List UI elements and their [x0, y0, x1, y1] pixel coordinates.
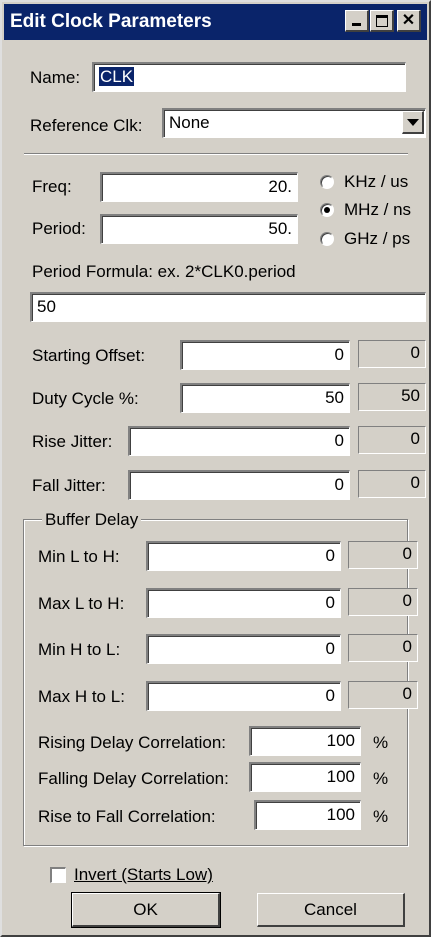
rise-to-fall-correlation-unit: % — [373, 807, 389, 826]
freq-input[interactable]: 20. — [100, 172, 298, 202]
starting-offset-input[interactable]: 0 — [180, 340, 350, 370]
rise-jitter-computed: 0 — [358, 426, 426, 454]
max-h-to-l-computed: 0 — [348, 681, 418, 709]
name-input[interactable]: CLK — [92, 62, 406, 92]
rise-jitter-input[interactable]: 0 — [128, 426, 350, 456]
reference-clk-select[interactable]: None — [162, 108, 426, 138]
fall-jitter-label: Fall Jitter: — [32, 476, 106, 495]
cancel-button[interactable]: Cancel — [257, 893, 405, 927]
falling-delay-correlation-input[interactable]: 100 — [249, 762, 361, 792]
minimize-icon[interactable] — [345, 10, 369, 32]
max-l-to-h-label: Max L to H: — [38, 594, 125, 613]
period-label: Period: — [32, 219, 86, 238]
min-l-to-h-computed: 0 — [348, 541, 418, 569]
duty-cycle-label: Duty Cycle %: — [32, 389, 139, 408]
rising-delay-correlation-label: Rising Delay Correlation: — [38, 733, 227, 752]
falling-delay-correlation-unit: % — [373, 769, 389, 788]
rising-delay-correlation-unit: % — [373, 733, 389, 752]
invert-checkbox[interactable] — [50, 867, 66, 883]
radio-ghz-ps-label: GHz / ps — [344, 229, 411, 248]
duty-cycle-computed: 50 — [358, 383, 426, 411]
max-h-to-l-label: Max H to L: — [38, 687, 125, 706]
max-l-to-h-computed: 0 — [348, 588, 418, 616]
radio-ghz-ps[interactable] — [320, 232, 334, 246]
max-h-to-l-input[interactable]: 0 — [146, 681, 341, 711]
rise-to-fall-correlation-label: Rise to Fall Correlation: — [38, 807, 216, 826]
rise-jitter-label: Rise Jitter: — [32, 432, 113, 451]
period-formula-input[interactable]: 50 — [30, 292, 426, 322]
radio-mhz-ns[interactable] — [320, 203, 334, 217]
rising-delay-correlation-input[interactable]: 100 — [249, 726, 361, 756]
fall-jitter-computed: 0 — [358, 470, 426, 498]
starting-offset-label: Starting Offset: — [32, 346, 146, 365]
maximize-icon[interactable] — [370, 10, 394, 32]
invert-label[interactable]: Invert (Starts Low) — [74, 865, 213, 885]
period-formula-label: Period Formula: ex. 2*CLK0.period — [32, 262, 296, 281]
freq-label: Freq: — [32, 177, 72, 196]
min-h-to-l-label: Min H to L: — [38, 640, 121, 659]
chevron-down-icon[interactable] — [402, 111, 424, 134]
min-l-to-h-input[interactable]: 0 — [146, 541, 341, 571]
min-h-to-l-computed: 0 — [348, 634, 418, 662]
name-value: CLK — [99, 67, 135, 86]
close-icon[interactable]: ✕ — [397, 10, 421, 32]
ok-button-label: OK — [133, 899, 158, 919]
separator — [24, 153, 408, 155]
ok-button[interactable]: OK — [71, 892, 221, 928]
reference-clk-label: Reference Clk: — [30, 116, 143, 135]
rise-to-fall-correlation-input[interactable]: 100 — [254, 800, 361, 830]
radio-mhz-ns-label: MHz / ns — [344, 200, 412, 219]
min-l-to-h-label: Min L to H: — [38, 547, 120, 566]
cancel-button-label: Cancel — [304, 899, 357, 919]
title-bar[interactable]: Edit Clock Parameters ✕ — [4, 4, 427, 40]
buffer-delay-label: Buffer Delay — [42, 510, 142, 530]
reference-clk-value: None — [169, 113, 210, 132]
max-l-to-h-input[interactable]: 0 — [146, 588, 341, 618]
fall-jitter-input[interactable]: 0 — [128, 470, 350, 500]
falling-delay-correlation-label: Falling Delay Correlation: — [38, 769, 229, 788]
radio-khz-us[interactable] — [320, 175, 334, 189]
name-label: Name: — [30, 68, 81, 87]
period-input[interactable]: 50. — [100, 214, 298, 244]
duty-cycle-input[interactable]: 50 — [180, 383, 350, 413]
starting-offset-computed: 0 — [358, 340, 426, 368]
min-h-to-l-input[interactable]: 0 — [146, 634, 341, 664]
window-title: Edit Clock Parameters — [10, 11, 212, 32]
edit-clock-parameters-dialog: Edit Clock Parameters ✕ Name: CLK Refere… — [0, 0, 431, 937]
radio-khz-us-label: KHz / us — [344, 172, 409, 191]
